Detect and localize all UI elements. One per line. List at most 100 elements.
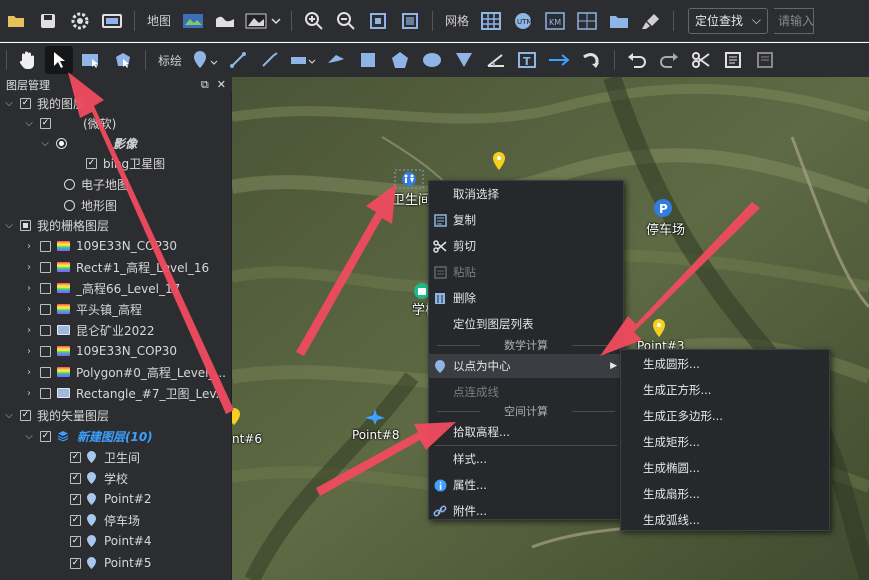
menu-item-locate-layer[interactable]: 定位到图层列表 <box>429 312 623 336</box>
screenshot-icon[interactable] <box>98 7 126 35</box>
copy-doc-icon[interactable] <box>719 46 747 74</box>
map-label-toilet[interactable]: 卫生间 <box>392 189 431 208</box>
rectangle-line-icon[interactable] <box>288 46 318 74</box>
layer-checkbox[interactable] <box>40 366 51 378</box>
tree-item-point[interactable]: Point#4 <box>0 531 232 551</box>
parking-poi-icon[interactable]: P <box>653 198 673 218</box>
search-input[interactable]: 请输入 <box>774 7 815 34</box>
layer-radio[interactable] <box>56 137 67 149</box>
layer-checkbox[interactable] <box>40 261 51 273</box>
layer-checkbox[interactable] <box>70 514 81 526</box>
chevron-right-icon[interactable]: › <box>24 388 34 399</box>
tree-item-imagery[interactable]: ⌵ 影像 <box>0 133 232 153</box>
layer-checkbox[interactable] <box>70 557 81 569</box>
layer-checkbox[interactable] <box>20 409 31 421</box>
layer-checkbox[interactable] <box>86 157 97 169</box>
menu-item-paste[interactable]: 粘贴 <box>429 260 623 284</box>
menu-item-copy[interactable]: 复制 <box>429 208 623 232</box>
tree-item-raster[interactable]: › Rect#1_高程_Level_16 <box>0 257 232 277</box>
close-icon[interactable]: ✕ <box>217 78 226 92</box>
text-tool-icon[interactable]: T <box>514 46 542 74</box>
tree-group-raster-layers[interactable]: ⌵ 我的栅格图层 <box>0 215 232 235</box>
layer-checkbox[interactable] <box>40 345 51 357</box>
chevron-down-icon[interactable]: ⌵ <box>40 138 50 149</box>
zoom-extent-icon[interactable] <box>364 7 392 35</box>
submenu-item-arc[interactable]: 生成弧线... <box>621 508 829 532</box>
layer-checkbox[interactable] <box>70 535 81 547</box>
tree-item-point[interactable]: 卫生间 <box>0 447 232 467</box>
curved-arrow-icon[interactable] <box>578 46 606 74</box>
menu-item-properties[interactable]: 属性... <box>429 473 623 497</box>
menu-item-style[interactable]: 样式... <box>429 447 623 471</box>
layer-checkbox[interactable] <box>40 303 51 315</box>
freehand-line-icon[interactable] <box>256 46 284 74</box>
ellipse-tool-icon[interactable] <box>418 46 446 74</box>
map-pin-icon[interactable] <box>492 151 506 171</box>
tree-item-raster[interactable]: › Rectangle_#7_卫图_Lev... <box>0 383 232 403</box>
tree-item-raster[interactable]: › _高程66_Level_17 <box>0 278 232 298</box>
submenu-item-square[interactable]: 生成正方形... <box>621 378 829 402</box>
menu-item-cut[interactable]: 剪切 <box>429 234 623 258</box>
map-pin-icon[interactable] <box>652 318 666 338</box>
chevron-right-icon[interactable]: › <box>24 346 34 357</box>
submenu-item-ellipse[interactable]: 生成椭圆... <box>621 456 829 480</box>
chevron-down-icon[interactable]: ⌵ <box>24 118 34 129</box>
tree-item-bing-satellite[interactable]: bing卫星图 <box>0 153 232 173</box>
chevron-down-icon[interactable]: ⌵ <box>4 220 14 231</box>
submenu-item-sector[interactable]: 生成扇形... <box>621 482 829 506</box>
line-tool-icon[interactable] <box>224 46 252 74</box>
menu-item-center-point[interactable]: 以点为中心 ▶ <box>429 354 623 378</box>
menu-item-delete[interactable]: 删除 <box>429 286 623 310</box>
tree-item-raster[interactable]: › 昆仑矿业2022 <box>0 320 232 340</box>
pan-hand-icon[interactable] <box>13 46 41 74</box>
map-label-parking[interactable]: 停车场 <box>646 219 685 238</box>
layer-checkbox[interactable] <box>20 97 31 109</box>
tree-item-point[interactable]: 停车场 <box>0 510 232 530</box>
map-label-point8[interactable]: Point#8 <box>352 428 399 442</box>
restore-window-icon[interactable]: ⧉ <box>201 78 209 92</box>
menu-item-pick-elevation[interactable]: 拾取高程... <box>429 420 623 444</box>
airplane-icon[interactable] <box>364 408 386 426</box>
submenu-item-circle[interactable]: 生成圆形... <box>621 352 829 376</box>
layer-checkbox[interactable] <box>40 387 51 399</box>
tree-group-vector-layers[interactable]: ⌵ 我的矢量图层 <box>0 405 232 425</box>
zoom-in-icon[interactable] <box>300 7 328 35</box>
paste-doc-icon[interactable] <box>751 46 779 74</box>
chevron-right-icon[interactable]: › <box>24 262 34 273</box>
layer-checkbox[interactable] <box>70 451 81 463</box>
mgrs-grid-icon[interactable] <box>573 7 601 35</box>
layer-checkbox[interactable] <box>70 472 81 484</box>
terrain-dropdown-icon[interactable] <box>243 7 283 35</box>
grid-table-icon[interactable] <box>477 7 505 35</box>
basemap-icon[interactable] <box>179 7 207 35</box>
undo-icon[interactable] <box>623 46 651 74</box>
tree-item-terrain-map[interactable]: 地形图 <box>0 195 232 215</box>
scissors-icon[interactable] <box>687 46 715 74</box>
tree-item-microsoft[interactable]: ⌵ (微软) <box>0 113 232 133</box>
map-pin-icon[interactable] <box>232 407 242 425</box>
layer-checkbox[interactable] <box>40 282 51 294</box>
layer-checkbox[interactable] <box>40 324 51 336</box>
tree-item-point[interactable]: Point#2 <box>0 489 232 509</box>
clear-brush-icon[interactable] <box>637 7 665 35</box>
tree-item-raster[interactable]: › 109E33N_COP30 <box>0 341 232 361</box>
settings-gear-icon[interactable] <box>66 7 94 35</box>
tree-item-raster[interactable]: › 平头镇_高程 <box>0 299 232 319</box>
tree-item-point[interactable]: Point#5 <box>0 553 232 573</box>
tree-item-new-layer[interactable]: ⌵ 新建图层(10) <box>0 426 232 446</box>
select-arrow-icon[interactable] <box>45 46 73 74</box>
menu-item-connect-line[interactable]: 点连成线 <box>429 380 623 404</box>
redo-icon[interactable] <box>655 46 683 74</box>
chevron-right-icon[interactable]: › <box>24 325 34 336</box>
chevron-down-icon[interactable]: ⌵ <box>4 410 14 421</box>
curve-shape-icon[interactable] <box>322 46 350 74</box>
chevron-right-icon[interactable]: › <box>24 241 34 252</box>
chevron-down-icon[interactable]: ⌵ <box>4 98 14 109</box>
map-label-point6[interactable]: nt#6 <box>232 432 262 446</box>
layer-radio[interactable] <box>64 178 75 190</box>
box-select-icon[interactable] <box>77 46 105 74</box>
zoom-out-icon[interactable] <box>332 7 360 35</box>
measure-angle-icon[interactable] <box>482 46 510 74</box>
tree-item-point[interactable]: 学校 <box>0 468 232 488</box>
open-folder-icon[interactable] <box>2 7 30 35</box>
